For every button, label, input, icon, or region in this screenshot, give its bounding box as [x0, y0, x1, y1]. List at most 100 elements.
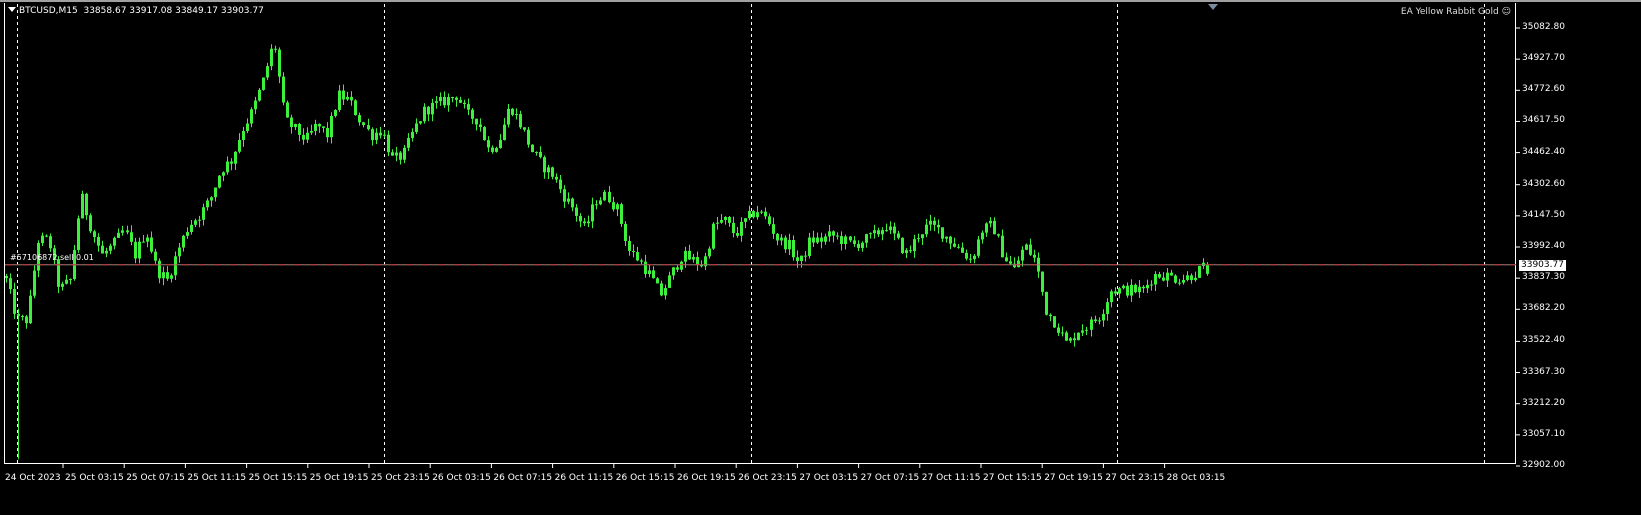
candle-body	[672, 267, 675, 276]
ea-name: EA Yellow Rabbit Gold	[1400, 7, 1499, 17]
candle-body	[756, 212, 759, 218]
candle-body	[49, 236, 52, 249]
candle-body	[1154, 274, 1157, 285]
candle-body	[354, 100, 357, 116]
x-tick-label: 27 Oct 07:15	[860, 473, 920, 483]
candle-body	[897, 233, 900, 238]
smiley-icon: ☺	[1498, 7, 1511, 17]
candle-body	[226, 161, 229, 173]
candle-body	[997, 234, 1000, 236]
candle-body	[901, 237, 904, 254]
candle-body	[889, 226, 892, 231]
candle-body	[1190, 275, 1193, 281]
candle-body	[487, 140, 490, 148]
candle-body	[1182, 279, 1185, 283]
order-line-label[interactable]: #57106872 sell 0.01	[10, 253, 94, 262]
candle-body	[310, 130, 313, 133]
candle-body	[620, 204, 623, 224]
candlestick-chart[interactable]	[0, 0, 1641, 515]
candle-body	[358, 115, 361, 123]
candle-body	[885, 230, 888, 232]
candle-body	[475, 118, 478, 125]
candle-body	[1041, 271, 1044, 292]
candle-body	[210, 197, 213, 201]
candle-body	[531, 144, 534, 153]
candle-body	[917, 238, 920, 240]
candle-body	[435, 101, 438, 103]
x-tick-label: 27 Oct 03:15	[799, 473, 859, 483]
candle-body	[395, 152, 398, 156]
candle-body	[117, 232, 120, 238]
candle-body	[796, 257, 799, 262]
chart-shift-marker-icon[interactable]	[1208, 4, 1218, 10]
dropdown-triangle-icon[interactable]	[8, 7, 16, 12]
candle-body	[1158, 274, 1161, 278]
candle-body	[463, 102, 466, 105]
x-tick-label: 26 Oct 19:15	[677, 473, 736, 483]
x-tick-label: 25 Oct 19:15	[309, 473, 369, 483]
candle-body	[25, 316, 28, 324]
candle-body	[736, 233, 739, 236]
candle-body	[555, 176, 558, 180]
candle-body	[1178, 282, 1181, 284]
candle-body	[551, 167, 554, 177]
candle-body	[612, 202, 615, 210]
x-tick-label: 25 Oct 11:15	[187, 473, 247, 483]
candle-body	[350, 96, 353, 101]
candle-body	[664, 287, 667, 296]
candle-body	[941, 227, 944, 239]
current-price-label: 33903.77	[1518, 259, 1567, 272]
candle-body	[985, 223, 988, 233]
chart-title: BTCUSD,M15 33858.67 33917.08 33849.17 33…	[8, 6, 264, 16]
candle-body	[1061, 332, 1064, 334]
candle-body	[824, 236, 827, 242]
candle-body	[644, 261, 647, 275]
candle-body	[760, 211, 763, 213]
candle-body	[748, 210, 751, 219]
candle-body	[832, 231, 835, 236]
candle-body	[162, 272, 165, 279]
candle-body	[708, 248, 711, 257]
candle-body	[853, 240, 856, 244]
candle-body	[93, 231, 96, 238]
candle-body	[1102, 313, 1105, 321]
candle-body	[728, 216, 731, 223]
candle-body	[306, 132, 309, 140]
candle-body	[146, 237, 149, 242]
candle-body	[660, 283, 663, 296]
candle-body	[13, 289, 16, 314]
ea-label[interactable]: EA Yellow Rabbit Gold ☺	[1401, 7, 1511, 17]
candle-body	[764, 211, 767, 217]
candle-body	[539, 151, 542, 158]
candle-body	[632, 250, 635, 253]
candle-body	[624, 223, 627, 242]
candle-body	[294, 123, 297, 128]
x-tick-label: 26 Oct 23:15	[738, 473, 797, 483]
candle-body	[1138, 286, 1141, 293]
candle-body	[808, 237, 811, 256]
x-tick-label: 27 Oct 23:15	[1105, 473, 1165, 483]
candle-body	[459, 99, 462, 103]
candle-body	[61, 283, 64, 287]
candle-body	[857, 243, 860, 248]
candle-body	[1045, 291, 1048, 315]
candle-body	[792, 240, 795, 258]
candle-body	[69, 279, 72, 281]
candle-body	[828, 231, 831, 237]
candle-body	[57, 259, 60, 287]
candle-body	[1073, 338, 1076, 341]
candle-body	[411, 131, 414, 138]
candle-body	[973, 255, 976, 260]
candle-body	[780, 237, 783, 241]
candle-body	[836, 235, 839, 237]
candle-body	[640, 260, 643, 262]
candle-body	[1170, 272, 1173, 276]
candle-body	[302, 134, 305, 140]
candle-body	[326, 127, 329, 138]
candle-body	[1081, 330, 1084, 333]
candle-body	[849, 236, 852, 241]
candle-body	[45, 235, 48, 237]
candle-body	[648, 270, 651, 275]
y-tick-label: 34462.40	[1522, 146, 1565, 157]
candle-body	[65, 279, 68, 284]
